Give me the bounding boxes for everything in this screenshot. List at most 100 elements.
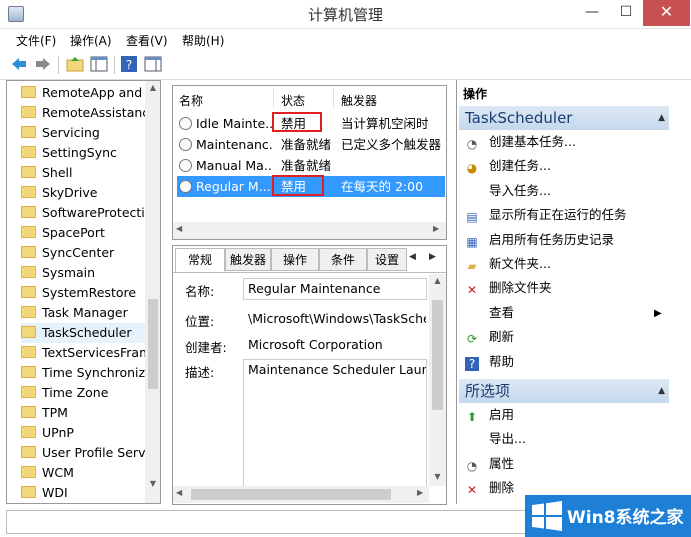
column-trigger[interactable]: 触发器 bbox=[341, 92, 377, 109]
tree-item[interactable]: TPM bbox=[21, 403, 160, 423]
collapse-up-icon[interactable]: ▲ bbox=[658, 379, 665, 403]
scroll-right-icon[interactable]: ▶ bbox=[433, 224, 439, 233]
forward-arrow-icon[interactable] bbox=[34, 55, 52, 73]
details-tab[interactable]: 设置 bbox=[367, 248, 407, 271]
tab-scroll-left-icon[interactable]: ◀ bbox=[409, 252, 416, 262]
action-item[interactable]: ◔ 属性 bbox=[465, 453, 514, 475]
tree-item[interactable]: SystemRestore bbox=[21, 283, 160, 303]
details-vscrollbar[interactable]: ▲ ▼ bbox=[429, 274, 446, 486]
folder-icon bbox=[21, 366, 36, 378]
maximize-button[interactable]: ☐ bbox=[609, 0, 643, 26]
scroll-up-icon[interactable]: ▲ bbox=[429, 276, 446, 285]
action-item[interactable]: ▤ 显示所有正在运行的任务 bbox=[465, 204, 626, 226]
toolbar: ? bbox=[0, 50, 691, 80]
action-item[interactable]: ⟳ 刷新 bbox=[465, 326, 514, 348]
task-list-pane[interactable]: 名称 状态 触发器 Idle Mainte... 禁用 当计算机空闲时 Mainten… bbox=[172, 85, 447, 240]
tree-item-label: TPM bbox=[42, 405, 68, 420]
scroll-left-icon[interactable]: ◀ bbox=[176, 488, 182, 497]
menu-action[interactable]: 操作(A) bbox=[70, 32, 112, 49]
task-trigger: 在每天的 2:00 bbox=[341, 179, 424, 194]
tree-item[interactable]: Sysmain bbox=[21, 263, 160, 283]
tree-item[interactable]: Servicing bbox=[21, 123, 160, 143]
tree-item[interactable]: Time Synchronizat bbox=[21, 363, 160, 383]
menu-file[interactable]: 文件(F) bbox=[16, 32, 56, 49]
tree-item-label: UPnP bbox=[42, 425, 74, 440]
action-item[interactable]: ⬆ 启用 bbox=[465, 404, 514, 426]
tree-item[interactable]: SettingSync bbox=[21, 143, 160, 163]
action-item[interactable]: ▦ 启用所有任务历史记录 bbox=[465, 229, 614, 251]
action-item[interactable]: 查看 bbox=[465, 302, 514, 324]
collapse-up-icon[interactable]: ▲ bbox=[658, 106, 665, 130]
tree-item[interactable]: SkyDrive bbox=[21, 183, 160, 203]
folder-icon bbox=[21, 286, 36, 298]
tree-item[interactable]: User Profile Servic bbox=[21, 443, 160, 463]
tree-item[interactable]: SpacePort bbox=[21, 223, 160, 243]
column-status[interactable]: 状态 bbox=[281, 92, 305, 109]
task-row[interactable]: Manual Ma... 准备就绪 bbox=[177, 155, 445, 176]
details-tab[interactable]: 常规 bbox=[175, 248, 225, 272]
action-item[interactable]: ◔ 创建基本任务... bbox=[465, 131, 576, 153]
minimize-button[interactable]: — bbox=[575, 0, 609, 26]
scroll-thumb[interactable] bbox=[432, 300, 443, 410]
help-icon: ? bbox=[465, 356, 479, 371]
field-value[interactable]: Regular Maintenance bbox=[243, 278, 427, 300]
scroll-down-icon[interactable]: ▼ bbox=[429, 472, 446, 481]
action-item[interactable]: ✕ 删除 bbox=[465, 477, 514, 499]
tree-item[interactable]: WDI bbox=[21, 483, 160, 503]
action-item[interactable]: ▰ 新文件夹... bbox=[465, 253, 551, 275]
field-value[interactable]: \Microsoft\Windows\TaskSched bbox=[243, 308, 427, 330]
action-item[interactable]: ✕ 删除文件夹 bbox=[465, 277, 552, 299]
scroll-right-icon[interactable]: ▶ bbox=[417, 488, 423, 497]
scroll-up-icon[interactable]: ▲ bbox=[145, 83, 160, 92]
field-value[interactable]: Microsoft Corporation bbox=[243, 334, 427, 356]
action-group-taskscheduler[interactable]: TaskScheduler ▲ bbox=[459, 106, 669, 130]
details-tab[interactable]: 条件 bbox=[319, 248, 367, 271]
scroll-down-icon[interactable]: ▼ bbox=[145, 479, 160, 488]
tree-item[interactable]: Time Zone bbox=[21, 383, 160, 403]
tree-item[interactable]: Shell bbox=[21, 163, 160, 183]
tree-item-label: SoftwareProtectio bbox=[42, 205, 153, 220]
scroll-thumb[interactable] bbox=[191, 489, 391, 500]
tree-item[interactable]: TaskScheduler bbox=[21, 323, 160, 343]
folder-icon bbox=[21, 226, 36, 238]
create-task-icon: ◕ bbox=[466, 161, 478, 176]
tree-item[interactable]: RemoteAssistance bbox=[21, 103, 160, 123]
action-item[interactable]: ? 帮助 bbox=[465, 351, 514, 373]
show-hide-tree-icon[interactable] bbox=[90, 55, 108, 73]
scroll-thumb[interactable] bbox=[148, 299, 158, 389]
scroll-left-icon[interactable]: ◀ bbox=[176, 224, 182, 233]
close-button[interactable]: ✕ bbox=[643, 0, 690, 26]
tree-pane[interactable]: RemoteApp and D RemoteAssistance Servicing… bbox=[6, 80, 161, 504]
tree-item-label: SyncCenter bbox=[42, 245, 115, 260]
tree-item[interactable]: RemoteApp and D bbox=[21, 83, 160, 103]
tree-item[interactable]: UPnP bbox=[21, 423, 160, 443]
back-arrow-icon[interactable] bbox=[10, 55, 28, 73]
tree-scrollbar[interactable]: ▲ ▼ bbox=[145, 81, 160, 503]
field-value[interactable]: Maintenance Scheduler Launch bbox=[243, 359, 427, 489]
up-folder-icon[interactable] bbox=[66, 55, 84, 73]
tree-item[interactable]: SoftwareProtectio bbox=[21, 203, 160, 223]
details-tab[interactable]: 操作 bbox=[271, 248, 319, 271]
task-row[interactable]: Maintenanc... 准备就绪 已定义多个触发器 bbox=[177, 134, 445, 155]
tree-item[interactable]: TextServicesFrame bbox=[21, 343, 160, 363]
action-item[interactable]: ◕ 创建任务... bbox=[465, 155, 551, 177]
action-group-selected[interactable]: 所选项 ▲ bbox=[459, 379, 669, 403]
details-tab[interactable]: 触发器 bbox=[225, 248, 271, 271]
folder-icon bbox=[21, 126, 36, 138]
tree-item[interactable]: WCM bbox=[21, 463, 160, 483]
menu-help[interactable]: 帮助(H) bbox=[182, 32, 224, 49]
show-hide-action-pane-icon[interactable] bbox=[144, 55, 162, 73]
task-trigger: 已定义多个触发器 bbox=[341, 137, 442, 152]
details-hscrollbar[interactable]: ◀ ▶ bbox=[173, 486, 429, 503]
tab-scroll-right-icon[interactable]: ▶ bbox=[429, 252, 436, 262]
action-item[interactable]: 导出... bbox=[465, 428, 526, 450]
task-list-hscrollbar[interactable]: ◀ ▶ bbox=[173, 222, 446, 239]
tree-item[interactable]: SyncCenter bbox=[21, 243, 160, 263]
action-item[interactable]: 导入任务... bbox=[465, 180, 551, 202]
tree-item[interactable]: Task Manager bbox=[21, 303, 160, 323]
menu-view[interactable]: 查看(V) bbox=[126, 32, 168, 49]
help-icon[interactable]: ? bbox=[120, 55, 138, 73]
action-label: 刷新 bbox=[489, 329, 515, 345]
column-divider bbox=[273, 88, 274, 108]
column-name[interactable]: 名称 bbox=[179, 92, 203, 109]
